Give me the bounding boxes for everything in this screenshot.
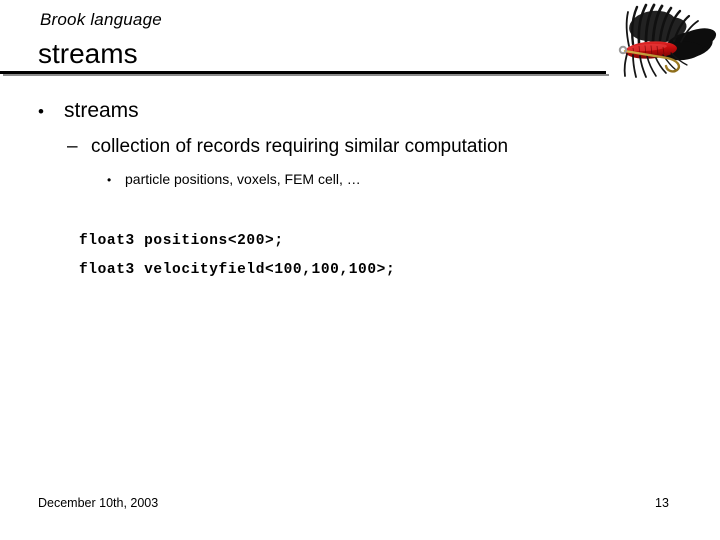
bullet-level3: • particle positions, voxels, FEM cell, … [107,170,361,190]
bullet-level3-text: particle positions, voxels, FEM cell, … [125,171,361,187]
dash-marker-icon: – [67,136,78,157]
bullet-marker-icon: • [38,102,44,121]
footer-date: December 10th, 2003 [38,496,159,510]
bullet-marker-icon: • [107,173,112,187]
bullet-level1-text: streams [64,99,139,122]
bullet-level2: – collection of records requiring simila… [67,135,508,159]
code-line-declaration-positions: float3 positions<200>; [79,233,284,249]
footer-page-number: 13 [655,496,669,510]
slide-body: • streams – collection of records requir… [0,0,720,540]
bullet-level1: • streams [38,98,139,125]
presentation-slide: Brook language streams • streams – colle… [0,0,720,540]
bullet-level2-text: collection of records requiring similar … [91,136,509,157]
code-line-declaration-velocityfield: float3 velocityfield<100,100,100>; [79,262,396,278]
